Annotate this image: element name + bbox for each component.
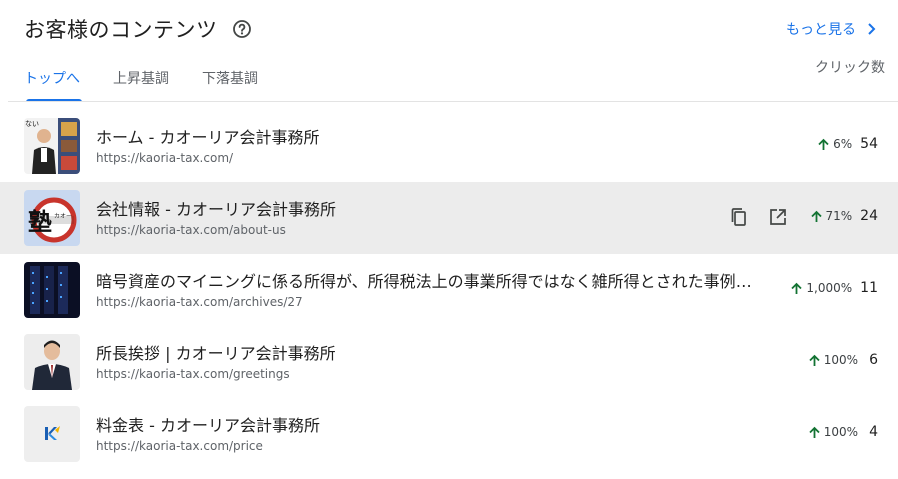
copy-icon[interactable] [729, 207, 749, 227]
trend-change: 71% [810, 209, 853, 223]
change-value: 71% [825, 209, 853, 223]
list-item[interactable]: 塾 カオー 会社情報 - カオーリア会計事務所 https://kaoria-t… [0, 182, 898, 254]
trend-change: 1,000% [790, 281, 852, 295]
change-value: 6% [833, 137, 853, 151]
open-in-new-icon[interactable] [768, 207, 788, 227]
divider [8, 101, 898, 102]
page-url: https://kaoria-tax.com/archives/27 [96, 295, 303, 309]
arrow-up-icon [809, 426, 820, 438]
stat: 1,000% 11 [790, 280, 878, 296]
page-url: https://kaoria-tax.com/about-us [96, 223, 286, 237]
page-url: https://kaoria-tax.com/greetings [96, 367, 290, 381]
page-title: お客様のコンテンツ [24, 18, 218, 42]
change-value: 100% [823, 425, 858, 439]
row-actions [729, 207, 788, 227]
page-url: https://kaoria-tax.com/price [96, 439, 263, 453]
arrow-up-icon [791, 282, 803, 294]
click-count: 4 [869, 424, 878, 440]
tab-bar: トップへ 上昇基調 下落基調 [24, 54, 291, 102]
clicks-column-header[interactable]: クリック数 [815, 58, 885, 78]
svg-text:ない: ない [25, 120, 39, 128]
click-count: 6 [869, 352, 878, 368]
tab-top[interactable]: トップへ [24, 54, 82, 102]
logo-thumbnail: 塾 カオー [24, 190, 80, 246]
list-item[interactable]: 所長挨拶 | カオーリア会計事務所 https://kaoria-tax.com… [0, 326, 898, 398]
click-count: 11 [860, 280, 878, 296]
page-title-text: 料金表 - カオーリア会計事務所 [96, 416, 320, 435]
arrow-up-icon [818, 138, 829, 150]
k-logo-thumbnail [24, 406, 80, 462]
stat: 71% 24 [810, 208, 878, 224]
page-title-text: 暗号資産のマイニングに係る所得が、所得税法上の事業所得ではなく雑所得とされた事例… [96, 272, 766, 291]
see-more-label: もっと見る [786, 22, 856, 38]
trend-change: 100% [808, 425, 858, 439]
svg-text:カオー: カオー [54, 213, 72, 220]
content-list: ない ホーム - カオーリア会計事務所 https://kaoria-tax.c… [0, 110, 898, 470]
see-more-link[interactable]: もっと見る [786, 19, 878, 39]
svg-text:塾: 塾 [28, 207, 52, 236]
card-header: お客様のコンテンツ もっと見る [0, 0, 898, 54]
page-title-text: ホーム - カオーリア会計事務所 [96, 128, 320, 147]
list-item[interactable]: 料金表 - カオーリア会計事務所 https://kaoria-tax.com/… [0, 398, 898, 470]
tab-falling[interactable]: 下落基調 [202, 54, 258, 102]
portrait-thumbnail [24, 334, 80, 390]
click-count: 54 [860, 136, 878, 152]
person-thumbnail: ない [24, 118, 80, 174]
stat: 100% 6 [808, 352, 878, 368]
help-icon[interactable] [232, 19, 252, 39]
stat: 100% 4 [808, 424, 878, 440]
tab-rising[interactable]: 上昇基調 [113, 54, 169, 102]
trend-change: 100% [808, 353, 858, 367]
chevron-right-icon [868, 23, 876, 35]
list-item[interactable]: 暗号資産のマイニングに係る所得が、所得税法上の事業所得ではなく雑所得とされた事例… [0, 254, 898, 326]
page-url: https://kaoria-tax.com/ [96, 151, 234, 165]
stat: 6% 54 [817, 136, 878, 152]
server-thumbnail [24, 262, 80, 318]
change-value: 100% [823, 353, 858, 367]
arrow-up-icon [810, 210, 822, 222]
change-value: 1,000% [806, 281, 853, 295]
page-title-text: 所長挨拶 | カオーリア会計事務所 [96, 344, 336, 363]
arrow-up-icon [809, 354, 820, 366]
list-item[interactable]: ない ホーム - カオーリア会計事務所 https://kaoria-tax.c… [0, 110, 898, 182]
page-title-text: 会社情報 - カオーリア会計事務所 [96, 200, 336, 219]
trend-change: 6% [817, 137, 852, 151]
click-count: 24 [860, 208, 878, 224]
